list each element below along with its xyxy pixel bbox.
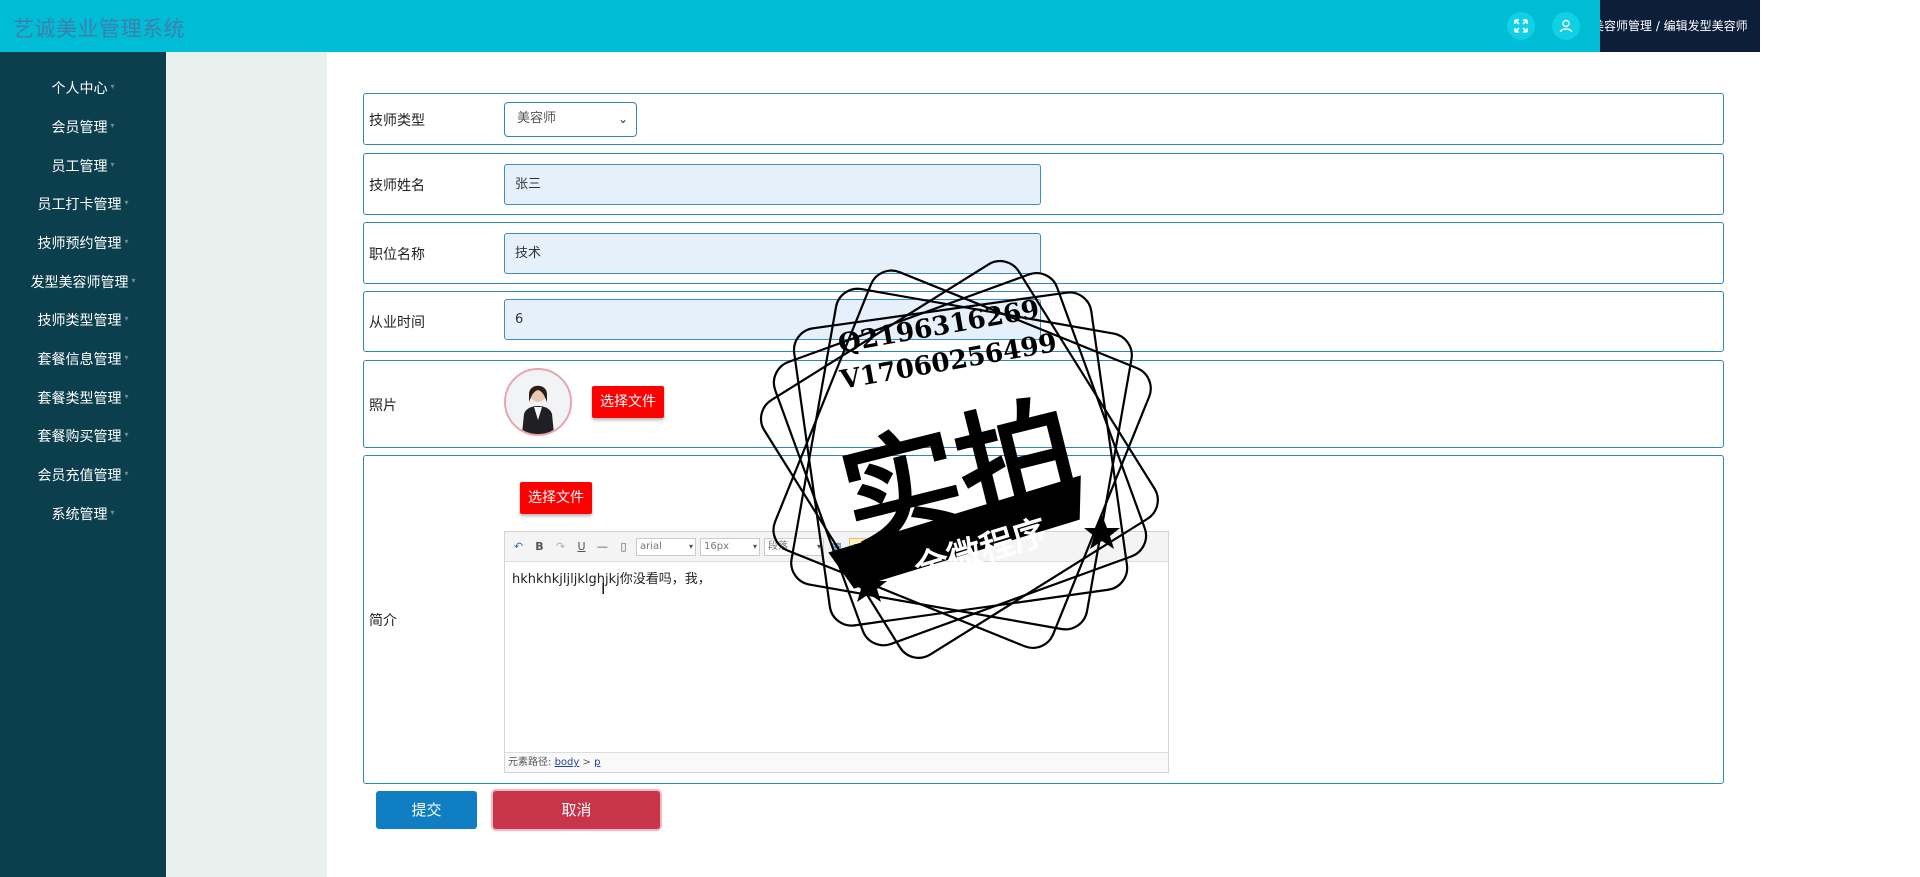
chevron-down-icon: ▾ xyxy=(124,236,129,246)
chevron-down-icon: ▾ xyxy=(124,313,129,323)
sidebar-item-package-type[interactable]: 套餐类型管理 ▾ xyxy=(0,383,166,413)
form-row-photo: 照片 选择文件 xyxy=(363,360,1724,448)
cancel-button[interactable]: 取消 xyxy=(493,791,660,829)
sidebar-item-personal-center[interactable]: 个人中心 ▾ xyxy=(0,73,166,103)
font-family-select[interactable]: arial ▾ xyxy=(636,537,696,556)
fullscreen-icon[interactable] xyxy=(1507,12,1535,40)
chevron-down-icon: ▾ xyxy=(110,159,115,169)
chevron-down-icon: ▾ xyxy=(124,197,129,207)
photo-label: 照片 xyxy=(369,398,397,414)
chevron-down-icon: ▾ xyxy=(110,120,115,130)
align-right-icon[interactable]: ≡ xyxy=(870,538,887,555)
text-cursor-icon: I xyxy=(601,580,606,598)
name-input[interactable]: 张三 xyxy=(504,164,1041,205)
submit-button[interactable]: 提交 xyxy=(376,791,477,829)
app-title: 艺诚美业管理系统 xyxy=(13,17,185,41)
sidebar-item-system[interactable]: 系统管理 ▾ xyxy=(0,499,166,529)
chevron-down-icon: ▾ xyxy=(124,429,129,439)
years-input[interactable]: 6 xyxy=(504,299,1041,340)
align-left-icon[interactable]: ≡ xyxy=(849,538,866,555)
editor-toolbar: ↶ B ↷ U — ▯ arial ▾ 16px ▾ 段落 ▾ ▦ ≡ ≡ ≣ xyxy=(505,532,1168,562)
rich-text-editor[interactable]: ↶ B ↷ U — ▯ arial ▾ 16px ▾ 段落 ▾ ▦ ≡ ≡ ≣ hkh… xyxy=(504,531,1169,773)
chevron-down-icon: ⌄ xyxy=(617,112,628,126)
bold-icon[interactable]: B xyxy=(531,538,548,555)
path-p-link[interactable]: p xyxy=(594,757,600,768)
chevron-down-icon: ▾ xyxy=(110,507,115,517)
position-input[interactable]: 技术 xyxy=(504,233,1041,274)
form-row-intro: 简介 选择文件 ↶ B ↷ U — ▯ arial ▾ 16px ▾ 段落 ▾ ▦ ≡… xyxy=(363,455,1724,784)
form-row-type: 技师类型 美容师 ⌄ xyxy=(363,93,1724,145)
table-icon[interactable]: ▦ xyxy=(828,538,845,555)
chevron-down-icon: ▾ xyxy=(110,81,115,91)
sidebar: 个人中心 ▾ 会员管理 ▾ 员工管理 ▾ 员工打卡管理 ▾ 技师预约管理 ▾ 发型美容师管… xyxy=(0,52,166,877)
type-select[interactable]: 美容师 ⌄ xyxy=(504,102,637,137)
form-row-years: 从业时间 6 xyxy=(363,291,1724,352)
sidebar-item-members[interactable]: 会员管理 ▾ xyxy=(0,112,166,142)
position-label: 职位名称 xyxy=(369,247,425,263)
horizontal-rule-icon[interactable]: — xyxy=(594,538,611,555)
chevron-down-icon: ▾ xyxy=(131,275,136,285)
sidebar-item-staff-clock-in[interactable]: 员工打卡管理 ▾ xyxy=(0,189,166,219)
right-blank-area xyxy=(1760,0,1920,877)
intro-upload-button[interactable]: 选择文件 xyxy=(520,482,592,514)
type-label: 技师类型 xyxy=(369,113,425,129)
chevron-down-icon: ▾ xyxy=(124,468,129,478)
justify-icon[interactable]: ≣ xyxy=(891,538,908,555)
sidebar-item-package-purchase[interactable]: 套餐购买管理 ▾ xyxy=(0,421,166,451)
editor-content[interactable]: hkhkhkjljljklghjkj你没看吗，我， I xyxy=(505,562,1168,750)
font-size-select[interactable]: 16px ▾ xyxy=(700,537,760,556)
form-row-name: 技师姓名 张三 xyxy=(363,153,1724,215)
chevron-down-icon: ▾ xyxy=(124,391,129,401)
redo-icon[interactable]: ↷ xyxy=(552,538,569,555)
path-body-link[interactable]: body xyxy=(555,757,580,768)
sidebar-item-stylist[interactable]: 发型美容师管理 ▾ xyxy=(0,267,166,297)
chevron-down-icon: ▾ xyxy=(124,352,129,362)
photo-upload-button[interactable]: 选择文件 xyxy=(592,386,664,418)
sidebar-item-technician-type[interactable]: 技师类型管理 ▾ xyxy=(0,305,166,335)
underline-icon[interactable]: U xyxy=(573,538,590,555)
sidebar-item-technician-booking[interactable]: 技师预约管理 ▾ xyxy=(0,228,166,258)
years-label: 从业时间 xyxy=(369,315,425,331)
avatar xyxy=(504,368,572,436)
editor-element-path: 元素路径: body > p xyxy=(505,752,1168,772)
undo-icon[interactable]: ↶ xyxy=(510,538,527,555)
sidebar-item-staff[interactable]: 员工管理 ▾ xyxy=(0,151,166,181)
breadcrumb: 美容师管理 / 编辑发型美容师 xyxy=(1600,0,1760,52)
sidebar-item-member-recharge[interactable]: 会员充值管理 ▾ xyxy=(0,460,166,490)
form-row-position: 职位名称 技术 xyxy=(363,222,1724,284)
sidebar-item-package-info[interactable]: 套餐信息管理 ▾ xyxy=(0,344,166,374)
name-label: 技师姓名 xyxy=(369,178,425,194)
paste-icon[interactable]: ▯ xyxy=(615,538,632,555)
intro-label: 简介 xyxy=(369,613,397,629)
top-header: 艺诚美业管理系统 美容师管理 / 编辑发型美容师 xyxy=(0,0,1760,52)
user-icon[interactable] xyxy=(1552,12,1580,40)
paragraph-select[interactable]: 段落 ▾ xyxy=(764,537,824,556)
